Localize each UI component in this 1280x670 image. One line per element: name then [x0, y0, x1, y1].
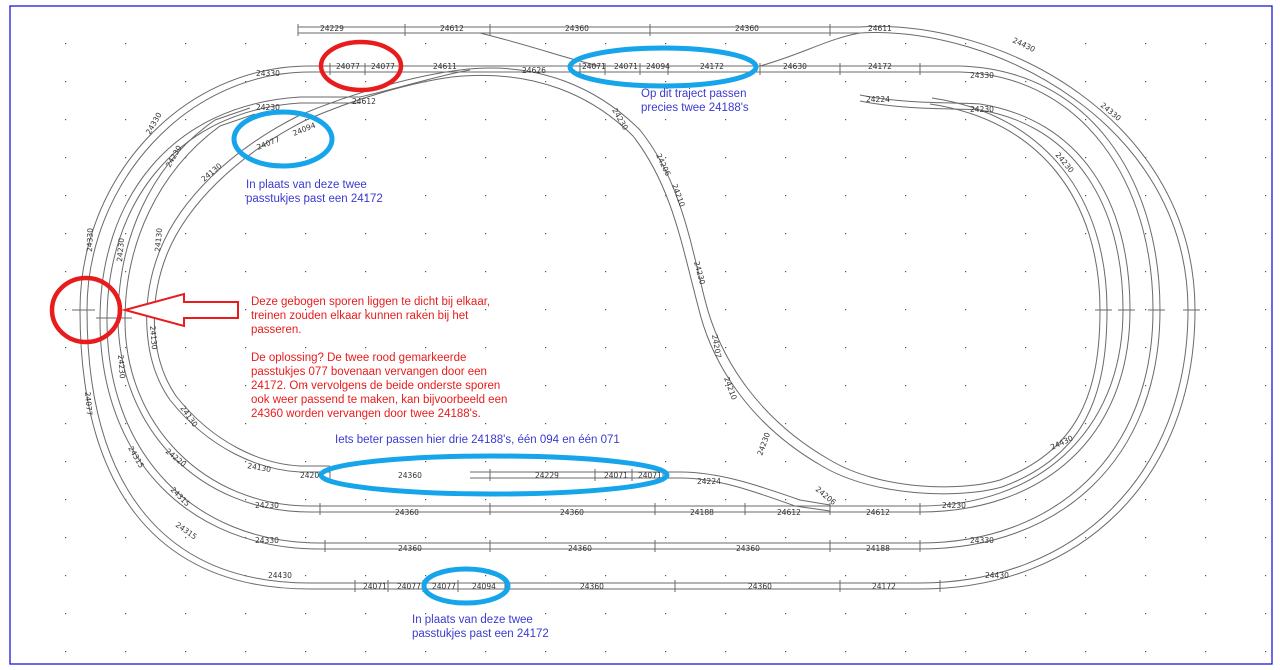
label-24071-a: 24071 — [582, 62, 606, 71]
note-red-line1: Deze gebogen sporen liggen te dicht bij … — [251, 296, 490, 308]
note-solution-line4: ook weer passend te maken, kan bijvoorbe… — [251, 394, 507, 406]
label-rowa-24612-b: 24612 — [866, 508, 890, 517]
label-24360-top-b: 24360 — [735, 24, 759, 33]
label-24172-top: 24172 — [700, 62, 724, 71]
label-24630: 24630 — [783, 62, 807, 71]
label-rowc-24077-a: 24077 — [397, 582, 421, 591]
label-rowa-24612-a: 24612 — [777, 508, 801, 517]
note-top-line1: Op dit traject passen — [641, 88, 746, 100]
label-24172-right: 24172 — [868, 62, 892, 71]
note-left-line1: In plaats van deze twee — [246, 179, 367, 191]
label-rowc-24430: 24430 — [268, 571, 292, 580]
label-rowc-24094: 24094 — [472, 582, 496, 591]
label-rowa-24360-a: 24360 — [395, 508, 419, 517]
note-left-line2: passtukjes past een 24172 — [246, 193, 383, 205]
note-solution-line5: 24360 worden vervangen door twee 24188's… — [251, 408, 481, 420]
note-bottom-line1: In plaats van deze twee — [412, 614, 533, 626]
label-24077-b: 24077 — [371, 62, 395, 71]
note-solution-line2: passtukjes 077 bovenaan vervangen door e… — [251, 366, 487, 378]
label-rowa-24360-b: 24360 — [560, 508, 584, 517]
label-24229-top: 24229 — [320, 24, 344, 33]
label-24071-mid-a: 24071 — [604, 471, 628, 480]
label-rowb-24330-right: 24330 — [970, 536, 994, 545]
label-24224-right: 24224 — [866, 95, 890, 104]
label-24330-right: 24330 — [970, 71, 994, 80]
track-plan-canvas: 24229 24612 24360 24360 24611 24330 2407… — [0, 0, 1280, 670]
label-rowa-24230: 24230 — [255, 501, 279, 510]
label-24330-row2: 24330 — [256, 69, 280, 78]
label-rowc-24360-a: 24360 — [580, 582, 604, 591]
label-24071-b: 24071 — [614, 62, 638, 71]
label-24330-left-b: 24330 — [85, 228, 95, 252]
label-24230-right: 24230 — [970, 105, 994, 114]
note-top-line2: precies twee 24188's — [641, 102, 749, 114]
note-middle: Iets beter passen hier drie 24188's, één… — [335, 434, 620, 446]
label-rowc-24360-b: 24360 — [748, 582, 772, 591]
track-plan-drawing: 24229 24612 24360 24360 24611 24330 2407… — [0, 0, 1280, 670]
note-red-line2: treinen zouden elkaar kunnen raken bij h… — [251, 310, 469, 322]
label-24626: 24626 — [522, 66, 546, 75]
label-24612-top: 24612 — [440, 24, 464, 33]
label-rowa-24188: 24188 — [690, 508, 714, 517]
label-rowb-24188: 24188 — [866, 544, 890, 553]
label-rowc-24172: 24172 — [872, 582, 896, 591]
label-24612-inner: 24612 — [352, 97, 376, 106]
label-rowb-24360-b: 24360 — [568, 544, 592, 553]
label-24229-mid: 24229 — [535, 471, 559, 480]
label-rowc-24430-right: 24430 — [985, 571, 1009, 580]
label-rowc-24077-b: 24077 — [432, 582, 456, 591]
label-24360-top-a: 24360 — [565, 24, 589, 33]
note-solution-line1: De oplossing? De twee rood gemarkeerde — [251, 352, 466, 364]
note-bottom-line2: passtukjes past een 24172 — [412, 628, 549, 640]
label-rowc-24071: 24071 — [363, 582, 387, 591]
label-24077-a: 24077 — [336, 62, 360, 71]
label-24611-top: 24611 — [868, 24, 892, 33]
label-rowb-24360-c: 24360 — [736, 544, 760, 553]
label-rowb-24330: 24330 — [255, 536, 279, 545]
note-red-line3: passeren. — [251, 324, 302, 336]
label-24611-row2: 24611 — [433, 62, 457, 71]
label-rowb-24360-a: 24360 — [398, 544, 422, 553]
label-rowa-24230-right: 24230 — [942, 501, 966, 510]
label-24360-mid: 24360 — [398, 471, 422, 480]
label-24224-mid: 24224 — [697, 477, 721, 486]
note-solution-line3: 24172. Om vervolgens de beide onderste s… — [251, 380, 500, 392]
label-24094-top: 24094 — [646, 62, 670, 71]
